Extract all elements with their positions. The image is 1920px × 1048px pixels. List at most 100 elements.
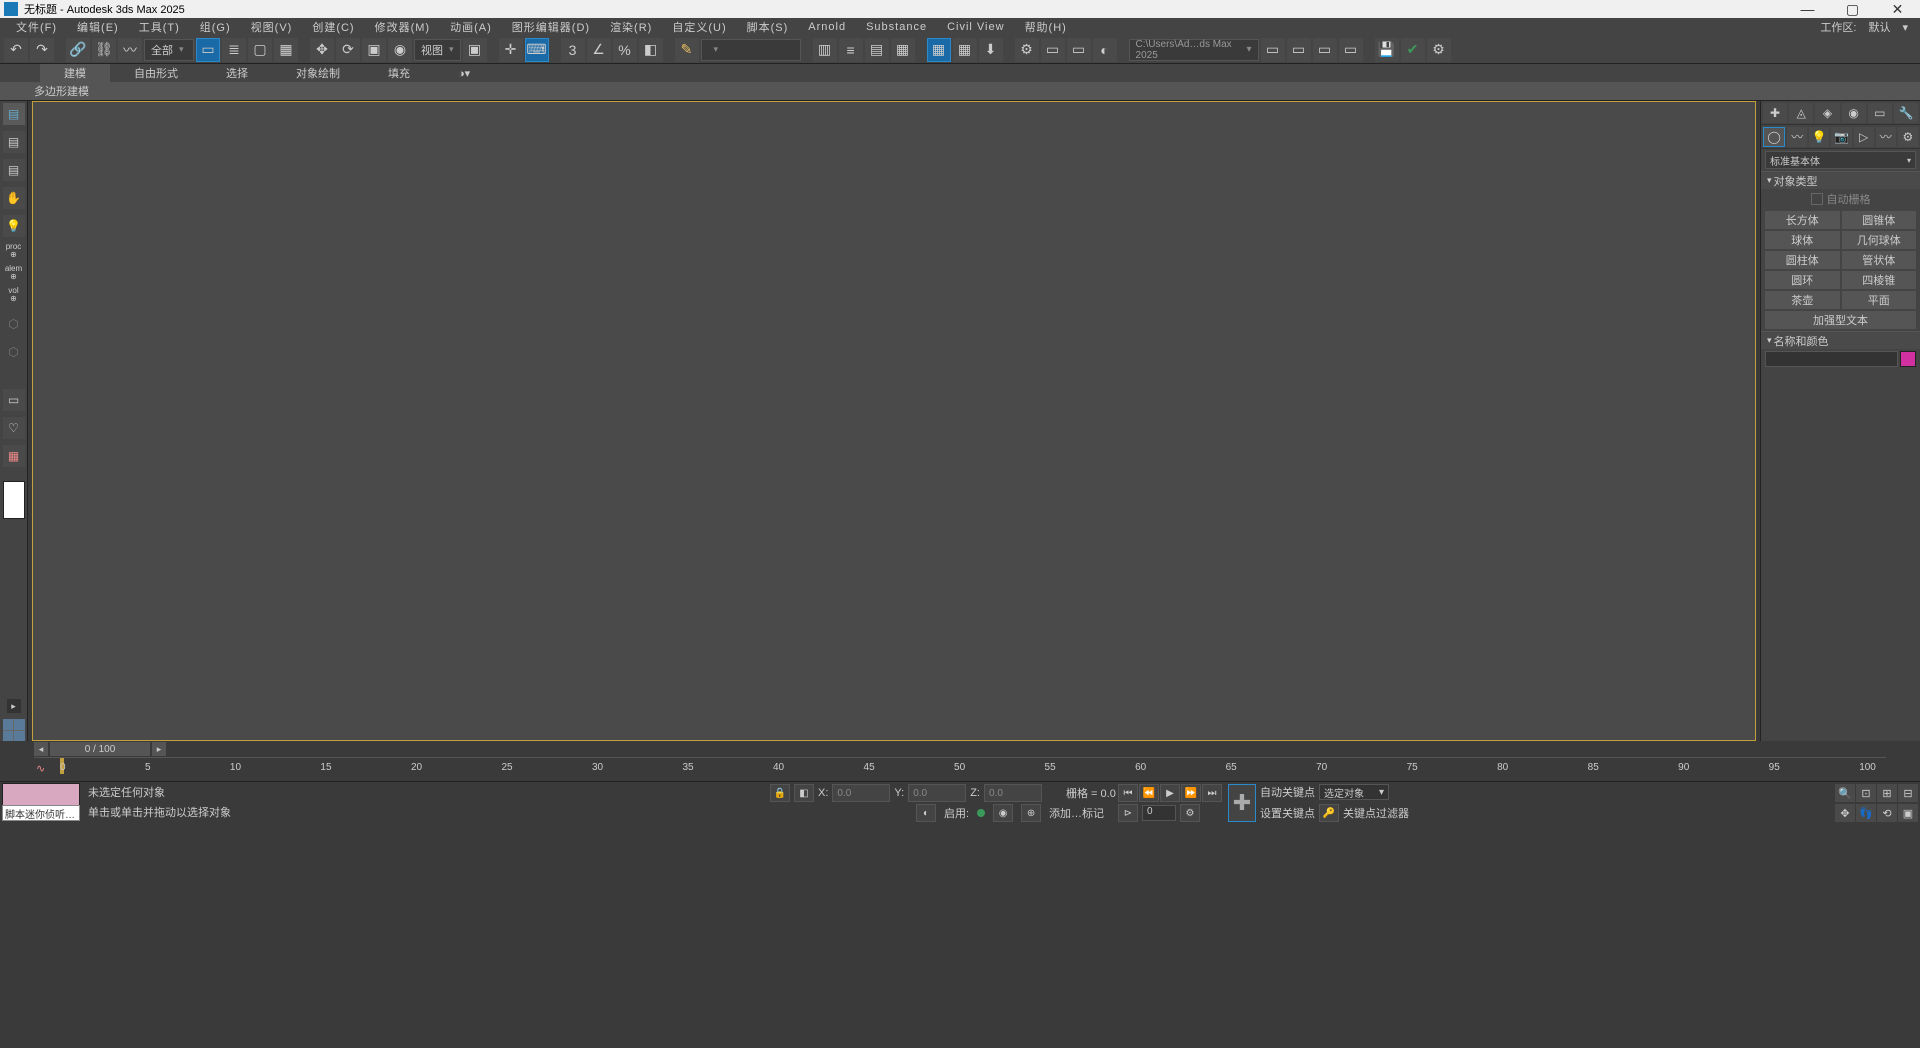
menu-script[interactable]: 脚本(S)	[737, 19, 799, 35]
orbit-icon[interactable]: ⟲	[1877, 804, 1897, 822]
zoom-extents-icon[interactable]: ⊞	[1877, 784, 1897, 802]
menu-tools[interactable]: 工具(T)	[129, 19, 190, 35]
maximize-button[interactable]: ▢	[1830, 0, 1875, 18]
play-button[interactable]: ▶	[1160, 784, 1180, 802]
render-production-button[interactable]: ▭	[1067, 38, 1091, 62]
workspace-dropdown-icon[interactable]: ▾	[1896, 21, 1914, 34]
maximize-viewport-icon[interactable]: ▣	[1898, 804, 1918, 822]
next-frame-button[interactable]: ⏩	[1181, 784, 1201, 802]
misc-icon-1[interactable]: ⬡	[3, 313, 25, 335]
utilities-tab-icon[interactable]: 🔧	[1894, 103, 1918, 123]
btn-cone[interactable]: 圆锥体	[1842, 211, 1917, 229]
time-slider-thumb[interactable]: 0 / 100	[50, 742, 150, 756]
menu-create[interactable]: 创建(C)	[302, 19, 364, 35]
container-icon[interactable]: ▭	[3, 389, 25, 411]
y-coord-input[interactable]: 0.0	[908, 784, 966, 802]
selected-object-dropdown[interactable]: 选定对象▾	[1319, 784, 1389, 800]
selection-filter-dropdown[interactable]: 全部	[144, 39, 194, 61]
menu-modifiers[interactable]: 修改器(M)	[365, 19, 441, 35]
menu-graph-editors[interactable]: 图形编辑器(D)	[502, 19, 600, 35]
undo-button[interactable]: ↶	[4, 38, 28, 62]
setkey-label[interactable]: 设置关键点	[1260, 805, 1315, 821]
layer-icon[interactable]: ▤	[3, 131, 25, 153]
btn-pyramid[interactable]: 四棱锥	[1842, 271, 1917, 289]
zoom-icon[interactable]: 🔍	[1835, 784, 1855, 802]
keyboard-shortcut-toggle[interactable]: ⌨	[525, 38, 549, 62]
select-by-name-button[interactable]: ≣	[222, 38, 246, 62]
zoom-extents-all-icon[interactable]: ⊟	[1898, 784, 1918, 802]
btn-torus[interactable]: 圆环	[1765, 271, 1840, 289]
autogrid-checkbox[interactable]: 自动栅格	[1761, 189, 1920, 209]
menu-edit[interactable]: 编辑(E)	[67, 19, 129, 35]
display-tab-icon[interactable]: ▭	[1868, 103, 1892, 123]
btn-textplus[interactable]: 加强型文本	[1765, 311, 1916, 329]
link-button[interactable]: 🔗	[66, 38, 90, 62]
heart-icon[interactable]: ♡	[3, 417, 25, 439]
schematic-view-button[interactable]: ▦	[953, 38, 977, 62]
snap-toggle-button[interactable]: 3	[561, 38, 585, 62]
menu-customize[interactable]: 自定义(U)	[662, 19, 736, 35]
named-selection-dropdown[interactable]	[701, 39, 801, 61]
menu-civil-view[interactable]: Civil View	[937, 21, 1014, 33]
select-region-rect-button[interactable]: ▢	[248, 38, 272, 62]
rollout-object-type[interactable]: 对象类型	[1761, 171, 1920, 189]
spinner-snap-button[interactable]: ◧	[639, 38, 663, 62]
category-dropdown[interactable]: 标准基本体	[1765, 151, 1916, 169]
goto-end-button[interactable]: ⏭	[1202, 784, 1222, 802]
lock-selection-icon[interactable]: 🔒	[770, 784, 790, 802]
settings-icon[interactable]: ⚙	[1427, 38, 1451, 62]
layer-explorer-button[interactable]: ▤	[865, 38, 889, 62]
workspace-value[interactable]: 默认	[1862, 19, 1896, 35]
autokey-label[interactable]: 自动关键点	[1260, 784, 1315, 800]
geometry-cat-icon[interactable]: ◯	[1763, 127, 1785, 147]
menu-substance[interactable]: Substance	[856, 21, 937, 33]
menu-file[interactable]: 文件(F)	[6, 19, 67, 35]
hand-icon[interactable]: ✋	[3, 187, 25, 209]
project-copy-button[interactable]: ▭	[1313, 38, 1337, 62]
save-button[interactable]: 💾	[1375, 38, 1399, 62]
ribbon-toggle-icon[interactable]: ◑▾	[434, 64, 494, 82]
select-place-button[interactable]: ◉	[388, 38, 412, 62]
shapes-cat-icon[interactable]: 〰	[1787, 127, 1807, 147]
tab-modeling[interactable]: 建模	[40, 64, 110, 82]
key-filters-label[interactable]: 关键点过滤器	[1343, 805, 1409, 821]
key-mode-icon[interactable]: ⊳	[1118, 804, 1138, 822]
modify-tab-icon[interactable]: ◬	[1789, 103, 1813, 123]
mini-curve-editor-icon[interactable]: ∿	[36, 762, 52, 776]
menu-help[interactable]: 帮助(H)	[1015, 19, 1077, 35]
time-slider-prev[interactable]: ◂	[34, 742, 48, 756]
z-coord-input[interactable]: 0.0	[984, 784, 1042, 802]
display-icon[interactable]: ▦	[3, 445, 25, 467]
menu-animation[interactable]: 动画(A)	[440, 19, 502, 35]
absolute-transform-icon[interactable]: ◧	[794, 784, 814, 802]
select-manipulate-button[interactable]: ✛	[499, 38, 523, 62]
render-iterative-button[interactable]: ◐	[1093, 38, 1117, 62]
btn-sphere[interactable]: 球体	[1765, 231, 1840, 249]
select-scale-button[interactable]: ▣	[362, 38, 386, 62]
menu-arnold[interactable]: Arnold	[798, 21, 856, 33]
angle-snap-button[interactable]: ∠	[587, 38, 611, 62]
scene-explorer-icon[interactable]: ▤	[3, 103, 25, 125]
viewport[interactable]	[32, 101, 1756, 741]
curve-editor-button[interactable]: ▦	[927, 38, 951, 62]
timeline[interactable]: ∿ 05101520253035404550556065707580859095…	[34, 757, 1886, 781]
minimize-button[interactable]: —	[1785, 0, 1830, 18]
key-filters-icon[interactable]: 🔑	[1319, 804, 1339, 822]
project-add-button[interactable]: ▭	[1287, 38, 1311, 62]
rollout-name-color[interactable]: 名称和颜色	[1761, 331, 1920, 349]
helpers-cat-icon[interactable]: ▷	[1854, 127, 1874, 147]
ribbon-panel-polymodeling[interactable]: 多边形建模	[34, 83, 89, 99]
mirror-button[interactable]: ▥	[813, 38, 837, 62]
isolate-icon[interactable]: ◐	[916, 804, 936, 822]
checkmark-icon[interactable]: ✔	[1401, 38, 1425, 62]
btn-geosphere[interactable]: 几何球体	[1842, 231, 1917, 249]
vol-icon[interactable]: vol⊕	[8, 287, 18, 303]
add-marker-label[interactable]: 添加…标记	[1049, 805, 1104, 821]
viewport-expand-icon[interactable]: ▸	[7, 699, 21, 713]
hierarchy-tab-icon[interactable]: ◈	[1815, 103, 1839, 123]
percent-snap-button[interactable]: %	[613, 38, 637, 62]
goto-start-button[interactable]: ⏮	[1118, 784, 1138, 802]
ref-coord-dropdown[interactable]: 视图	[414, 39, 461, 61]
x-coord-input[interactable]: 0.0	[832, 784, 890, 802]
walk-icon[interactable]: 👣	[1856, 804, 1876, 822]
